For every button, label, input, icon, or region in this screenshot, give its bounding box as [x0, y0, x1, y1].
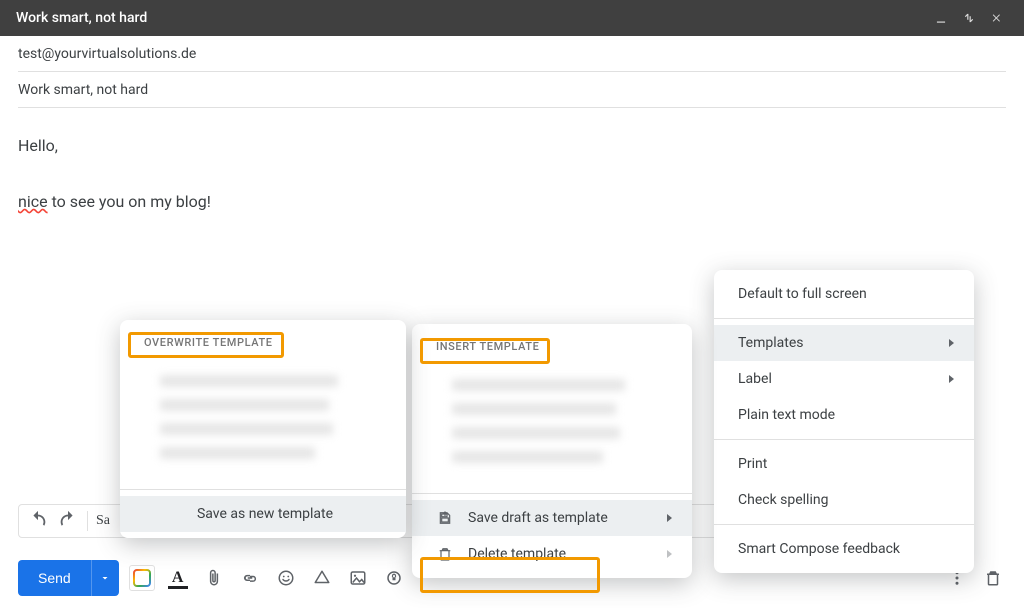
menu-item-print[interactable]: Print [714, 446, 974, 482]
menu-item-plaintext[interactable]: Plain text mode [714, 397, 974, 433]
emoji-icon[interactable] [273, 565, 299, 591]
window-title: Work smart, not hard [16, 10, 924, 26]
attach-icon[interactable] [201, 565, 227, 591]
overwrite-template-submenu: OVERWRITE TEMPLATE Save as new template [120, 320, 406, 538]
format-text-icon[interactable]: A [165, 565, 191, 591]
menu-divider [714, 318, 974, 319]
insert-template-header: INSERT TEMPLATE [412, 330, 692, 363]
body-greeting: Hello, [18, 132, 1006, 160]
font-preview[interactable]: Sa [96, 513, 110, 529]
link-icon[interactable] [237, 565, 263, 591]
subject-field[interactable]: Work smart, not hard [18, 72, 1006, 108]
to-value: test@yourvirtualsolutions.de [18, 46, 196, 62]
undo-icon[interactable] [27, 510, 49, 532]
titlebar: Work smart, not hard [0, 0, 1024, 36]
menu-item-smart-compose-feedback[interactable]: Smart Compose feedback [714, 531, 974, 567]
menu-item-check-spelling[interactable]: Check spelling [714, 482, 974, 518]
expand-button[interactable] [958, 7, 980, 29]
format-rainbow-icon[interactable] [129, 565, 155, 591]
menu-item-save-draft-as-template[interactable]: Save draft as template [412, 500, 692, 536]
menu-divider [120, 489, 406, 490]
discard-draft-icon[interactable] [980, 565, 1006, 591]
trash-icon [436, 546, 454, 562]
send-button[interactable]: Send [18, 560, 91, 596]
toolbar-divider [87, 511, 88, 531]
body-line-1: nice to see you on my blog! [18, 188, 1006, 216]
send-split-button: Send [18, 560, 119, 596]
to-field[interactable]: test@yourvirtualsolutions.de [18, 36, 1006, 72]
templates-submenu: INSERT TEMPLATE Save draft as template D… [412, 324, 692, 578]
compose-body[interactable]: Hello, nice to see you on my blog! [0, 108, 1024, 216]
overwrite-template-header: OVERWRITE TEMPLATE [120, 326, 406, 359]
menu-divider [714, 439, 974, 440]
subject-value: Work smart, not hard [18, 82, 148, 98]
confidential-icon[interactable] [381, 565, 407, 591]
blurred-template-list [412, 363, 692, 487]
menu-item-label[interactable]: Label [714, 361, 974, 397]
menu-divider [412, 493, 692, 494]
drive-icon[interactable] [309, 565, 335, 591]
insert-image-icon[interactable] [345, 565, 371, 591]
chevron-right-icon [949, 339, 954, 347]
chevron-right-icon [667, 550, 672, 558]
menu-item-templates[interactable]: Templates [714, 325, 974, 361]
save-icon [436, 510, 454, 526]
chevron-right-icon [949, 375, 954, 383]
menu-item-delete-template[interactable]: Delete template [412, 536, 692, 572]
spelling-underline-word: nice [18, 192, 48, 211]
menu-divider [714, 524, 974, 525]
close-button[interactable] [986, 7, 1008, 29]
menu-item-default-fullscreen[interactable]: Default to full screen [714, 276, 974, 312]
menu-item-save-as-new-template[interactable]: Save as new template [120, 496, 406, 532]
redo-icon[interactable] [57, 510, 79, 532]
minimize-button[interactable] [930, 7, 952, 29]
send-more-button[interactable] [91, 560, 119, 596]
compose-window: Work smart, not hard test@yourvirtualsol… [0, 0, 1024, 608]
compose-header: test@yourvirtualsolutions.de Work smart,… [0, 36, 1024, 108]
chevron-right-icon [667, 514, 672, 522]
body-line-1-rest: to see you on my blog! [48, 192, 211, 211]
blurred-template-list [120, 359, 406, 483]
more-options-menu: Default to full screen Templates Label P… [714, 270, 974, 573]
